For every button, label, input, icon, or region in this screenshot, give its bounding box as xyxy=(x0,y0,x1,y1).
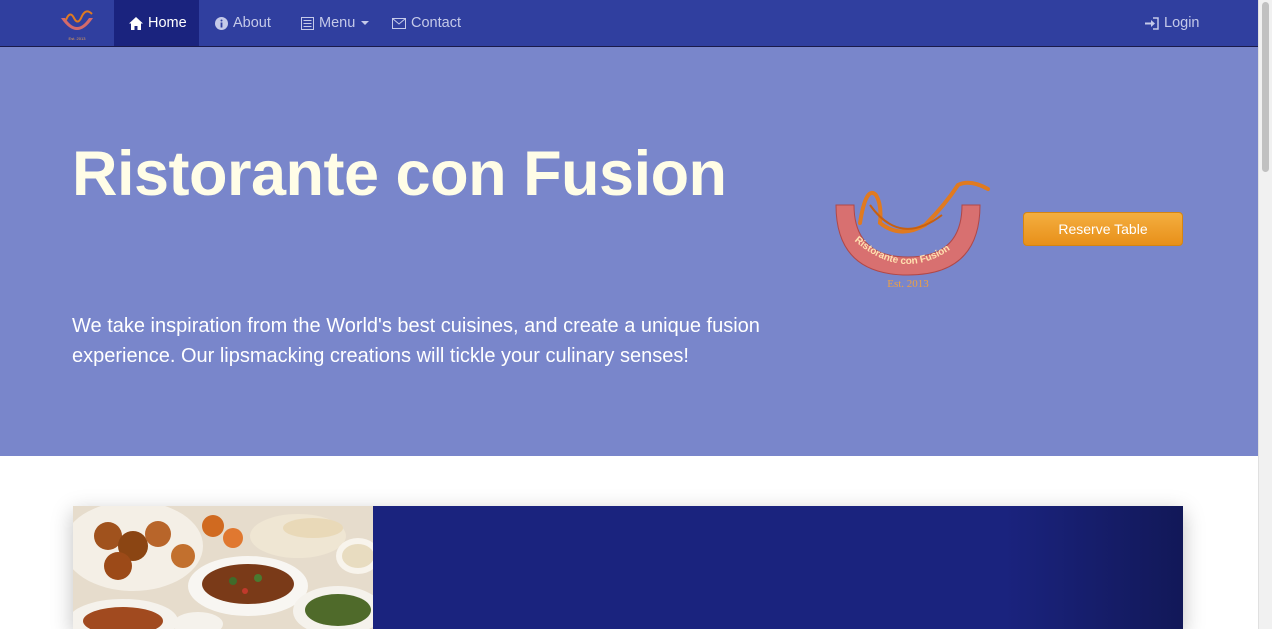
nav-about-label: About xyxy=(233,15,271,31)
envelope-icon xyxy=(392,16,406,30)
logo-est: Est. 2013 xyxy=(887,278,929,290)
svg-text:Est. 2013: Est. 2013 xyxy=(69,36,87,41)
hero-description: We take inspiration from the World's bes… xyxy=(72,315,760,367)
home-icon xyxy=(129,16,143,30)
nav-home-label: Home xyxy=(148,15,187,31)
nav-contact[interactable]: Contact xyxy=(377,0,476,46)
nav-contact-label: Contact xyxy=(411,15,461,31)
navbar: Est. 2013 Home About Menu Contact Login xyxy=(0,0,1258,47)
login-icon xyxy=(1145,16,1159,30)
page-scrollbar[interactable] xyxy=(1258,0,1272,629)
info-icon xyxy=(214,16,228,30)
nav-menu-label: Menu xyxy=(319,15,356,31)
list-icon xyxy=(300,16,314,30)
nav-home[interactable]: Home xyxy=(114,0,199,46)
food-image xyxy=(73,506,373,629)
featured-dish-card xyxy=(73,506,1183,629)
nav-login-label: Login xyxy=(1164,15,1200,31)
caret-down-icon xyxy=(361,21,370,25)
nav-login[interactable]: Login xyxy=(1130,0,1214,46)
brand-logo[interactable]: Est. 2013 xyxy=(56,8,98,42)
nav-menu-dropdown[interactable]: Menu xyxy=(285,0,384,46)
restaurant-logo: Ristorante con Fusion Est. 2013 xyxy=(830,175,995,290)
description-panel xyxy=(373,506,1183,629)
reserve-table-button[interactable]: Reserve Table xyxy=(1023,212,1183,246)
hero-title: Ristorante con Fusion xyxy=(72,139,727,209)
nav-about[interactable]: About xyxy=(199,0,286,46)
hero-jumbotron: Ristorante con Fusion We take inspiratio… xyxy=(0,47,1258,456)
scrollbar-thumb[interactable] xyxy=(1262,2,1269,172)
